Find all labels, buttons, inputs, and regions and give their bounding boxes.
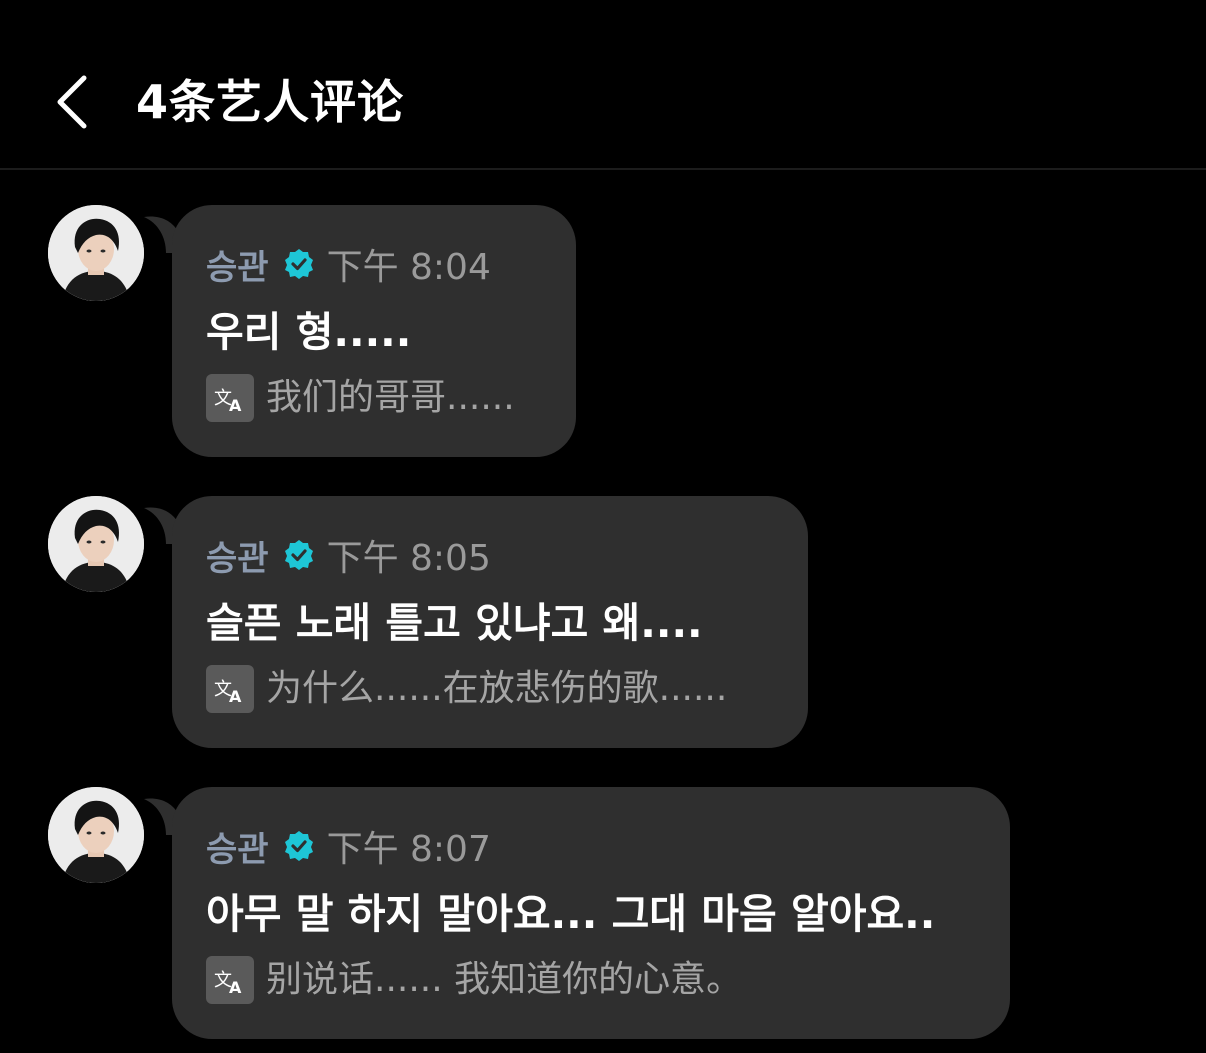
comment-translation: 文 A 我们的哥哥...... bbox=[206, 373, 542, 423]
translated-text: 我们的哥哥...... bbox=[266, 377, 515, 418]
author-name[interactable]: 승관 bbox=[206, 531, 269, 580]
page-title: 4条艺人评论 bbox=[136, 75, 405, 129]
comment-bubble[interactable]: 승관 下午 8:05 슬픈 노래 틀고 있냐고 왜.... 文 A 为什么...… bbox=[172, 496, 808, 748]
verified-badge-icon bbox=[283, 830, 315, 862]
comment-time: 下午 8:04 bbox=[326, 247, 491, 288]
author-name[interactable]: 승관 bbox=[206, 240, 269, 289]
comment-text: 아무 말 하지 말아요... 그대 마음 알아요.. bbox=[206, 890, 936, 938]
comment-translation: 文 A 别说话...... 我知道你的心意。 bbox=[206, 955, 976, 1005]
chevron-left-icon bbox=[57, 75, 87, 129]
translate-icon[interactable]: 文 A bbox=[206, 374, 254, 422]
author-name[interactable]: 승관 bbox=[206, 822, 269, 871]
comment-meta: 승관 下午 8:04 bbox=[206, 239, 542, 289]
translated-text: 为什么......在放悲伤的歌...... bbox=[266, 668, 728, 709]
artist-avatar[interactable] bbox=[48, 787, 144, 883]
svg-text:A: A bbox=[229, 687, 242, 706]
comment-time: 下午 8:05 bbox=[326, 538, 491, 579]
comment-translation: 文 A 为什么......在放悲伤的歌...... bbox=[206, 664, 774, 714]
comment-text: 슬픈 노래 틀고 있냐고 왜.... bbox=[206, 599, 703, 647]
comment-time: 下午 8:07 bbox=[326, 829, 491, 870]
comment-text: 우리 형..... bbox=[206, 308, 412, 356]
avatar-image bbox=[48, 787, 144, 883]
svg-text:A: A bbox=[229, 978, 242, 997]
translate-icon[interactable]: 文 A bbox=[206, 665, 254, 713]
comment-bubble[interactable]: 승관 下午 8:07 아무 말 하지 말아요... 그대 마음 알아요.. 文 … bbox=[172, 787, 1010, 1039]
header-bar: 4条艺人评论 bbox=[0, 0, 1206, 170]
translate-icon[interactable]: 文 A bbox=[206, 956, 254, 1004]
comment-meta: 승관 下午 8:05 bbox=[206, 530, 774, 580]
comment-meta: 승관 下午 8:07 bbox=[206, 821, 976, 871]
avatar-image bbox=[48, 205, 144, 301]
avatar-image bbox=[48, 496, 144, 592]
artist-avatar[interactable] bbox=[48, 205, 144, 301]
svg-text:A: A bbox=[229, 396, 242, 415]
translated-text: 别说话...... 我知道你的心意。 bbox=[266, 959, 743, 1000]
verified-badge-icon bbox=[283, 539, 315, 571]
back-button[interactable] bbox=[40, 62, 110, 142]
comment-bubble[interactable]: 승관 下午 8:04 우리 형..... 文 A 我们的哥哥...... bbox=[172, 205, 576, 457]
artist-avatar[interactable] bbox=[48, 496, 144, 592]
verified-badge-icon bbox=[283, 248, 315, 280]
